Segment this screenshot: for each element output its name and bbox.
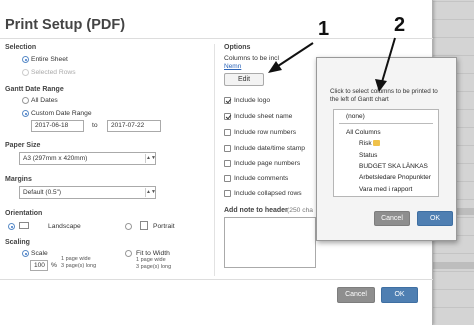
column-list[interactable]: (none) All Columns Risk Status BUDGET SK… (333, 109, 439, 197)
landscape-radio[interactable] (8, 223, 15, 230)
scale-label: Scale (31, 250, 48, 257)
margins-select[interactable]: Default (0.5") ▲▼ (19, 186, 156, 199)
ok-button[interactable]: OK (381, 287, 418, 303)
scaling-heading: Scaling (5, 239, 30, 246)
list-item[interactable]: BUDGET SKA LÄNKAS (359, 163, 428, 170)
list-item[interactable]: Vara med i rapport (359, 186, 412, 193)
columns-value-link[interactable]: Nemn (224, 63, 241, 70)
list-item-risk[interactable]: Risk (359, 140, 381, 147)
paper-size-select[interactable]: A3 (297mm x 420mm) ▲▼ (19, 152, 156, 165)
gantt-heading: Gantt Date Range (5, 86, 64, 93)
all-dates-radio[interactable] (22, 97, 29, 104)
paper-size-heading: Paper Size (5, 142, 41, 149)
list-item[interactable]: Arbetsledare Pnopunkter (359, 174, 431, 181)
header-note-textarea[interactable] (224, 217, 316, 268)
selection-heading: Selection (5, 44, 37, 51)
list-item-label: Risk (359, 140, 372, 147)
include-sheet-name-label: Include sheet name (234, 113, 293, 120)
portrait-radio[interactable] (125, 223, 132, 230)
portrait-label: Portrait (153, 223, 175, 230)
options-heading: Options (224, 44, 251, 51)
annotation-number-one: 1 (318, 18, 330, 40)
include-page-numbers-checkbox[interactable] (224, 160, 231, 167)
scale-percent-input[interactable]: 100 (30, 260, 48, 271)
include-comments-label: Include comments (234, 175, 289, 182)
face-icon (373, 140, 381, 147)
entire-sheet-label: Entire Sheet (31, 56, 68, 63)
date-to-label: to (92, 122, 98, 129)
dialog-title: Print Setup (PDF) (5, 17, 126, 33)
paper-size-value: A3 (297mm x 420mm) (23, 155, 88, 162)
column-divider (214, 44, 215, 276)
title-divider (0, 38, 433, 39)
fit-to-width-radio[interactable] (125, 250, 132, 257)
include-sheet-name-checkbox[interactable] (224, 113, 231, 120)
include-logo-checkbox[interactable] (224, 97, 231, 104)
portrait-page-icon (140, 221, 148, 230)
list-item[interactable]: All Columns (346, 129, 381, 136)
note-heading: Add note to header (224, 207, 288, 214)
chevron-down-icon: ▲▼ (145, 154, 156, 163)
annotation-number-two: 2 (394, 14, 406, 36)
include-date-time-checkbox[interactable] (224, 145, 231, 152)
custom-range-label: Custom Date Range (31, 110, 92, 117)
orientation-heading: Orientation (5, 210, 43, 217)
include-row-numbers-checkbox[interactable] (224, 129, 231, 136)
scale-page-wide: 1 page wide (61, 256, 91, 262)
popup-instruction: Click to select columns to be printed to… (330, 88, 438, 103)
end-date-field[interactable]: 2017-07-22 (107, 120, 161, 132)
margins-value: Default (0.5") (23, 189, 62, 196)
all-dates-label: All Dates (31, 97, 58, 104)
columns-label: Columns to be incl (224, 55, 280, 62)
cancel-button[interactable]: Cancel (337, 287, 375, 303)
edit-columns-button[interactable]: Edit (224, 73, 264, 86)
include-collapsed-rows-label: Include collapsed rows (234, 190, 302, 197)
list-item[interactable]: Status (359, 152, 377, 159)
list-item[interactable]: (none) (346, 113, 365, 120)
selected-rows-label: Selected Rows (31, 69, 76, 76)
popup-ok-button[interactable]: OK (417, 211, 453, 226)
note-char-limit: (250 cha (287, 207, 314, 214)
scale-pages-long: 3 page(s) long (61, 263, 97, 269)
entire-sheet-radio[interactable] (22, 56, 29, 63)
include-logo-label: Include logo (234, 97, 271, 104)
fit-pages-long: 3 page(s) long (136, 264, 172, 270)
include-page-numbers-label: Include page numbers (234, 160, 301, 167)
percent-sign: % (51, 262, 57, 269)
include-comments-checkbox[interactable] (224, 175, 231, 182)
include-date-time-label: Include date/time stamp (234, 145, 305, 152)
selected-rows-radio[interactable] (22, 69, 29, 76)
landscape-label: Landscape (48, 223, 81, 230)
chevron-down-icon: ▲▼ (145, 188, 156, 197)
popup-cancel-button[interactable]: Cancel (374, 211, 410, 226)
fit-to-width-label: Fit to Width (136, 250, 170, 257)
footer-divider (0, 279, 433, 280)
include-collapsed-rows-checkbox[interactable] (224, 190, 231, 197)
margins-heading: Margins (5, 176, 32, 183)
fit-page-wide: 1 page wide (136, 257, 166, 263)
custom-range-radio[interactable] (22, 110, 29, 117)
list-separator (339, 123, 433, 124)
include-row-numbers-label: Include row numbers (234, 129, 297, 136)
start-date-field[interactable]: 2017-06-18 (31, 120, 84, 132)
landscape-page-icon (19, 222, 29, 229)
scale-radio[interactable] (22, 250, 29, 257)
